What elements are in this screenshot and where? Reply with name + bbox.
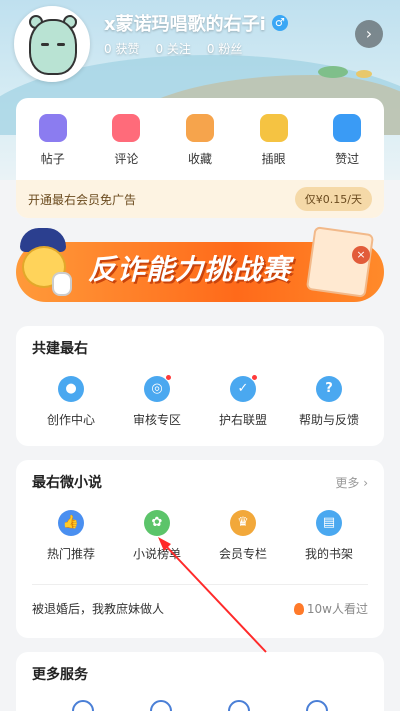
username: x蒙诺玛唱歌的右子i: [104, 14, 266, 35]
grid-item-label: 会员专栏: [218, 547, 267, 561]
crown-icon: ♛: [230, 510, 256, 536]
service-icon[interactable]: [72, 700, 94, 711]
build-item-help[interactable]: ? 帮助与反馈: [294, 376, 364, 428]
medal-icon: ✿: [144, 510, 170, 536]
banner-title: 反诈能力挑战赛: [88, 253, 292, 286]
quick-action-favorite[interactable]: 收藏: [170, 114, 230, 167]
more-link[interactable]: 更多 ›: [335, 474, 368, 491]
service-icon[interactable]: [228, 700, 250, 711]
quick-action-label: 插眼: [261, 152, 286, 166]
close-icon[interactable]: ×: [352, 246, 370, 264]
fish-decoration: [356, 70, 372, 78]
quick-action-label: 帖子: [40, 152, 65, 166]
eye-icon: [259, 114, 288, 142]
grid-item-label: 热门推荐: [46, 547, 95, 561]
help-icon: ?: [316, 376, 342, 402]
favorite-icon: [185, 114, 214, 142]
novel-recommendation[interactable]: 被退婚后，我教庶妹做人 10w人看过: [32, 600, 368, 617]
quick-action-comment[interactable]: 评论: [96, 114, 156, 167]
build-item-shield[interactable]: ✓ 护右联盟: [208, 374, 278, 428]
grid-item-label: 帮助与反馈: [298, 413, 359, 427]
profile-detail-chevron-icon[interactable]: ›: [355, 20, 383, 48]
quick-actions-card: 帖子 评论 收藏 插眼 赞过 开通最右会员免广告 仅¥0.15/天: [16, 98, 384, 218]
flame-icon: [293, 602, 304, 615]
section-title: 最右微小说: [32, 475, 102, 491]
novel-grid: 👍 热门推荐 ✿ 小说榜单 ♛ 会员专栏 ▤ 我的书架: [32, 504, 368, 562]
notification-dot: [165, 374, 172, 381]
grid-item-label: 护右联盟: [218, 413, 267, 427]
quick-action-eye[interactable]: 插眼: [244, 114, 304, 167]
service-icon[interactable]: [306, 700, 328, 711]
quick-action-label: 赞过: [335, 152, 360, 166]
fans-count[interactable]: 0 粉丝: [207, 40, 242, 57]
avatar[interactable]: [14, 6, 90, 82]
search-icon: ◎: [144, 374, 172, 402]
post-icon: [38, 114, 67, 142]
service-icon[interactable]: [150, 700, 172, 711]
police-mascot-icon: [10, 228, 74, 308]
build-section: 共建最右 ● 创作中心 ◎ 审核专区 ✓ 护右联盟? 帮助与反馈: [16, 326, 384, 446]
more-services-section: 更多服务: [16, 652, 384, 711]
vip-promo-bar[interactable]: 开通最右会员免广告 仅¥0.15/天: [16, 180, 384, 218]
profile-stats: 0 获赞 0 关注 0 粉丝: [104, 40, 242, 57]
comment-icon: [112, 114, 141, 142]
grid-item-label: 创作中心: [46, 413, 95, 427]
vip-price-button[interactable]: 仅¥0.15/天: [294, 187, 372, 211]
male-icon: ♂: [271, 15, 288, 31]
hot-count-text: 10w人看过: [306, 602, 368, 616]
novel-item-thumb-up[interactable]: 👍 热门推荐: [36, 510, 106, 562]
avatar-face: [29, 19, 77, 75]
quick-action-label: 收藏: [187, 152, 212, 166]
build-item-bulb[interactable]: ● 创作中心: [36, 376, 106, 428]
novel-item-crown[interactable]: ♛ 会员专栏: [208, 510, 278, 562]
divider: [32, 584, 368, 585]
shield-icon: ✓: [230, 374, 258, 402]
build-grid: ● 创作中心 ◎ 审核专区 ✓ 护右联盟? 帮助与反馈: [32, 370, 368, 428]
more-services-icons: [32, 696, 368, 711]
grid-item-label: 小说榜单: [132, 547, 181, 561]
thumb-up-icon: [333, 114, 362, 142]
grid-item-label: 我的书架: [304, 547, 353, 561]
novel-recommendation-title: 被退婚后，我教庶妹做人: [32, 602, 165, 616]
likes-count[interactable]: 0 获赞: [104, 40, 139, 57]
grid-item-label: 审核专区: [132, 413, 181, 427]
build-item-search[interactable]: ◎ 审核专区: [122, 374, 192, 428]
quick-action-label: 评论: [114, 152, 139, 166]
quick-actions-row: 帖子 评论 收藏 插眼 赞过: [16, 98, 384, 167]
following-count[interactable]: 0 关注: [155, 40, 190, 57]
username-row[interactable]: x蒙诺玛唱歌的右子i ♂: [104, 10, 288, 36]
book-icon: ▤: [316, 510, 342, 536]
notification-dot: [251, 374, 258, 381]
thumb-up-icon: 👍: [58, 510, 84, 536]
fish-decoration: [318, 66, 348, 78]
novel-item-medal[interactable]: ✿ 小说榜单: [122, 510, 192, 562]
novel-item-book[interactable]: ▤ 我的书架: [294, 510, 364, 562]
quick-action-thumb-up[interactable]: 赞过: [317, 114, 377, 167]
bulb-icon: ●: [58, 376, 84, 402]
section-title: 更多服务: [32, 667, 88, 683]
anti-fraud-banner[interactable]: 反诈能力挑战赛 ×: [10, 224, 390, 316]
novel-section: 最右微小说 更多 › 👍 热门推荐 ✿ 小说榜单 ♛ 会员专栏 ▤ 我的书架 被退婚后，我教庶…: [16, 460, 384, 638]
vip-promo-text: 开通最右会员免广告: [28, 192, 137, 207]
section-title: 共建最右: [32, 341, 88, 357]
hot-count: 10w人看过: [293, 600, 368, 617]
quick-action-post[interactable]: 帖子: [23, 114, 83, 167]
